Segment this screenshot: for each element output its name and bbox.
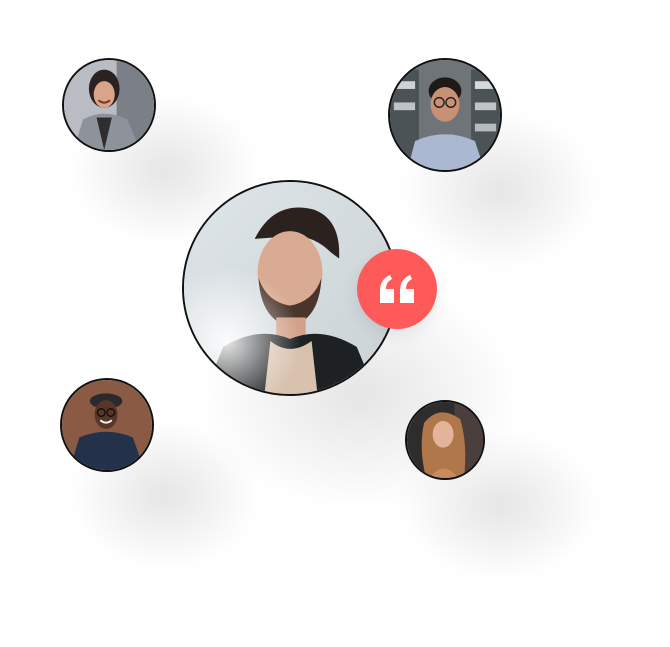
quote-icon (380, 275, 414, 303)
person-portrait-icon (62, 380, 152, 470)
quote-badge (357, 249, 437, 329)
avatar-top-right (388, 58, 502, 172)
person-portrait-icon (390, 60, 500, 170)
avatar-bottom-left (60, 378, 154, 472)
testimonial-illustration (0, 0, 670, 647)
avatar-top-left (62, 58, 156, 152)
person-portrait-icon (64, 60, 154, 150)
avatar-bottom-right (405, 400, 485, 480)
person-portrait-icon (407, 402, 483, 478)
